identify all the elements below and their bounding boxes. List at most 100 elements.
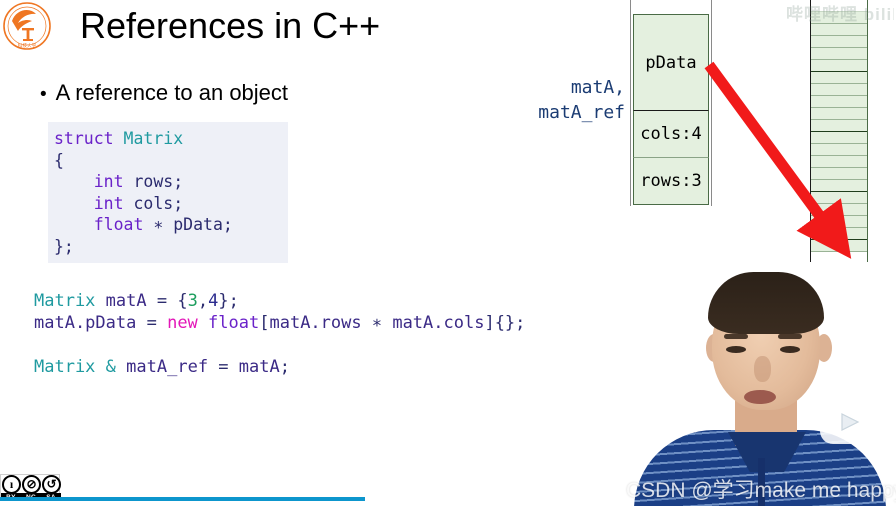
bullet-text: A reference to an object bbox=[55, 80, 289, 105]
main-code-token: float bbox=[208, 313, 260, 333]
heap-cell bbox=[811, 24, 867, 36]
main-code-token: matA bbox=[105, 291, 147, 311]
struct-code-line: int rows; bbox=[54, 171, 288, 193]
struct-code-token bbox=[54, 172, 94, 191]
stack-rail-right bbox=[711, 0, 712, 206]
heap-cell bbox=[811, 240, 867, 252]
progress-bar[interactable] bbox=[0, 497, 365, 501]
stack-cell-rows: rows:3 bbox=[633, 158, 709, 205]
csdn-watermark: CSDN @学习make me happy bbox=[626, 479, 896, 502]
struct-code-line: { bbox=[54, 150, 288, 172]
struct-code-token bbox=[54, 194, 94, 213]
struct-code-token: Matrix bbox=[123, 129, 184, 148]
heap-cell bbox=[811, 108, 867, 120]
heap-cell bbox=[811, 168, 867, 180]
main-code-block: Matrix matA = {3,4}; matA.pData = new flo… bbox=[34, 290, 525, 378]
presenter-brow-left bbox=[724, 334, 748, 339]
variable-label-line-2: matA_ref bbox=[538, 102, 625, 123]
cc-icon-nc: ⊘ bbox=[22, 475, 41, 494]
stack-memory-frame: pData cols:4 rows:3 bbox=[630, 0, 712, 206]
heap-cell bbox=[811, 36, 867, 48]
struct-code-token: struct bbox=[54, 129, 124, 148]
main-code-token bbox=[95, 357, 105, 377]
presenter-brow-right bbox=[778, 334, 802, 339]
svg-text:科技大学: 科技大学 bbox=[18, 42, 37, 49]
heap-cell bbox=[811, 84, 867, 96]
heap-memory-column bbox=[810, 0, 868, 262]
heap-cell bbox=[811, 228, 867, 240]
presenter-eye-left bbox=[726, 346, 746, 353]
heap-cell bbox=[811, 48, 867, 60]
main-code-line bbox=[34, 334, 525, 356]
struct-code-token: int bbox=[93, 193, 124, 213]
main-code-token: new bbox=[167, 313, 198, 333]
stack-cell-list: pData cols:4 rows:3 bbox=[633, 14, 709, 205]
main-code-token: = bbox=[208, 357, 239, 377]
main-code-token: [ bbox=[259, 313, 270, 333]
main-code-token: }; bbox=[218, 291, 239, 311]
main-code-token: Matrix bbox=[34, 357, 96, 377]
heap-cell bbox=[811, 216, 867, 228]
presenter-video[interactable] bbox=[620, 262, 896, 506]
struct-code-block: struct Matrix{ int rows; int cols; float… bbox=[48, 122, 288, 263]
stack-rail-left bbox=[630, 0, 631, 206]
presenter-mouth bbox=[744, 390, 776, 404]
main-code-token: , bbox=[197, 291, 209, 311]
cc-icon-sa: ↺ bbox=[42, 475, 61, 494]
main-code-token: matA bbox=[238, 357, 280, 377]
main-code-token bbox=[34, 335, 44, 355]
struct-code-token: { bbox=[54, 150, 64, 170]
heap-cell bbox=[811, 120, 867, 132]
bilibili-top-watermark: 哔哩哔哩 bilibili bbox=[786, 5, 894, 24]
struct-code-token: rows; bbox=[123, 172, 184, 191]
cc-icon-by: ı bbox=[2, 475, 21, 494]
main-code-line: Matrix & matA_ref = matA; bbox=[34, 356, 525, 378]
main-code-token bbox=[116, 357, 126, 377]
stack-cell-label: cols:4 bbox=[640, 124, 702, 144]
stack-cell-cols: cols:4 bbox=[633, 111, 709, 158]
struct-code-token: }; bbox=[54, 236, 74, 256]
struct-code-line: }; bbox=[54, 236, 288, 258]
bullet-marker-icon: • bbox=[40, 84, 47, 105]
page-title: References in C++ bbox=[80, 5, 381, 46]
main-code-token: ]{}; bbox=[484, 313, 526, 333]
main-code-token: & bbox=[105, 357, 116, 377]
heap-cell bbox=[811, 192, 867, 204]
main-code-line: matA.pData = new float[matA.rows ∗ matA.… bbox=[34, 312, 525, 334]
main-code-token: matA_ref bbox=[126, 357, 209, 377]
stack-cell-label: rows:3 bbox=[640, 171, 702, 191]
main-code-token: 3 bbox=[187, 291, 198, 311]
main-code-line: Matrix matA = {3,4}; bbox=[34, 290, 525, 312]
variable-names-label: matA, matA_ref bbox=[470, 75, 625, 125]
struct-code-line: int cols; bbox=[54, 193, 288, 215]
presenter-nose bbox=[754, 356, 771, 382]
main-code-token: ; bbox=[279, 357, 290, 377]
main-code-token: Matrix bbox=[34, 291, 96, 311]
heap-cell bbox=[811, 144, 867, 156]
cc-icon-row: ı ⊘ ↺ bbox=[2, 475, 61, 494]
variable-label-line-1: matA, bbox=[570, 77, 625, 98]
struct-code-token: ∗ pData; bbox=[143, 215, 233, 234]
stack-cell-label: pData bbox=[645, 52, 697, 73]
bullet-item: • A reference to an object bbox=[40, 80, 288, 106]
struct-code-token bbox=[54, 215, 94, 234]
presenter-hair bbox=[708, 272, 824, 334]
heap-cell bbox=[811, 156, 867, 168]
struct-code-token: int bbox=[93, 172, 124, 191]
main-code-token: matA.cols bbox=[392, 313, 485, 333]
struct-code-line: struct Matrix bbox=[54, 128, 288, 150]
main-code-token: ∗ bbox=[361, 313, 393, 333]
main-code-token: 4 bbox=[208, 291, 219, 311]
main-code-token: matA.rows bbox=[269, 313, 362, 333]
presenter-eye-right bbox=[780, 346, 800, 353]
heap-cell bbox=[811, 60, 867, 72]
main-code-token: = bbox=[136, 313, 168, 333]
university-logo: 科技大学 bbox=[3, 2, 51, 50]
heap-cell bbox=[811, 180, 867, 192]
struct-code-line: float ∗ pData; bbox=[54, 214, 288, 236]
stack-cell-pdata: pData bbox=[633, 14, 709, 111]
heap-cell bbox=[811, 72, 867, 84]
main-code-token: = { bbox=[146, 291, 188, 311]
struct-code-token: float bbox=[93, 215, 144, 234]
heap-cell bbox=[811, 96, 867, 108]
